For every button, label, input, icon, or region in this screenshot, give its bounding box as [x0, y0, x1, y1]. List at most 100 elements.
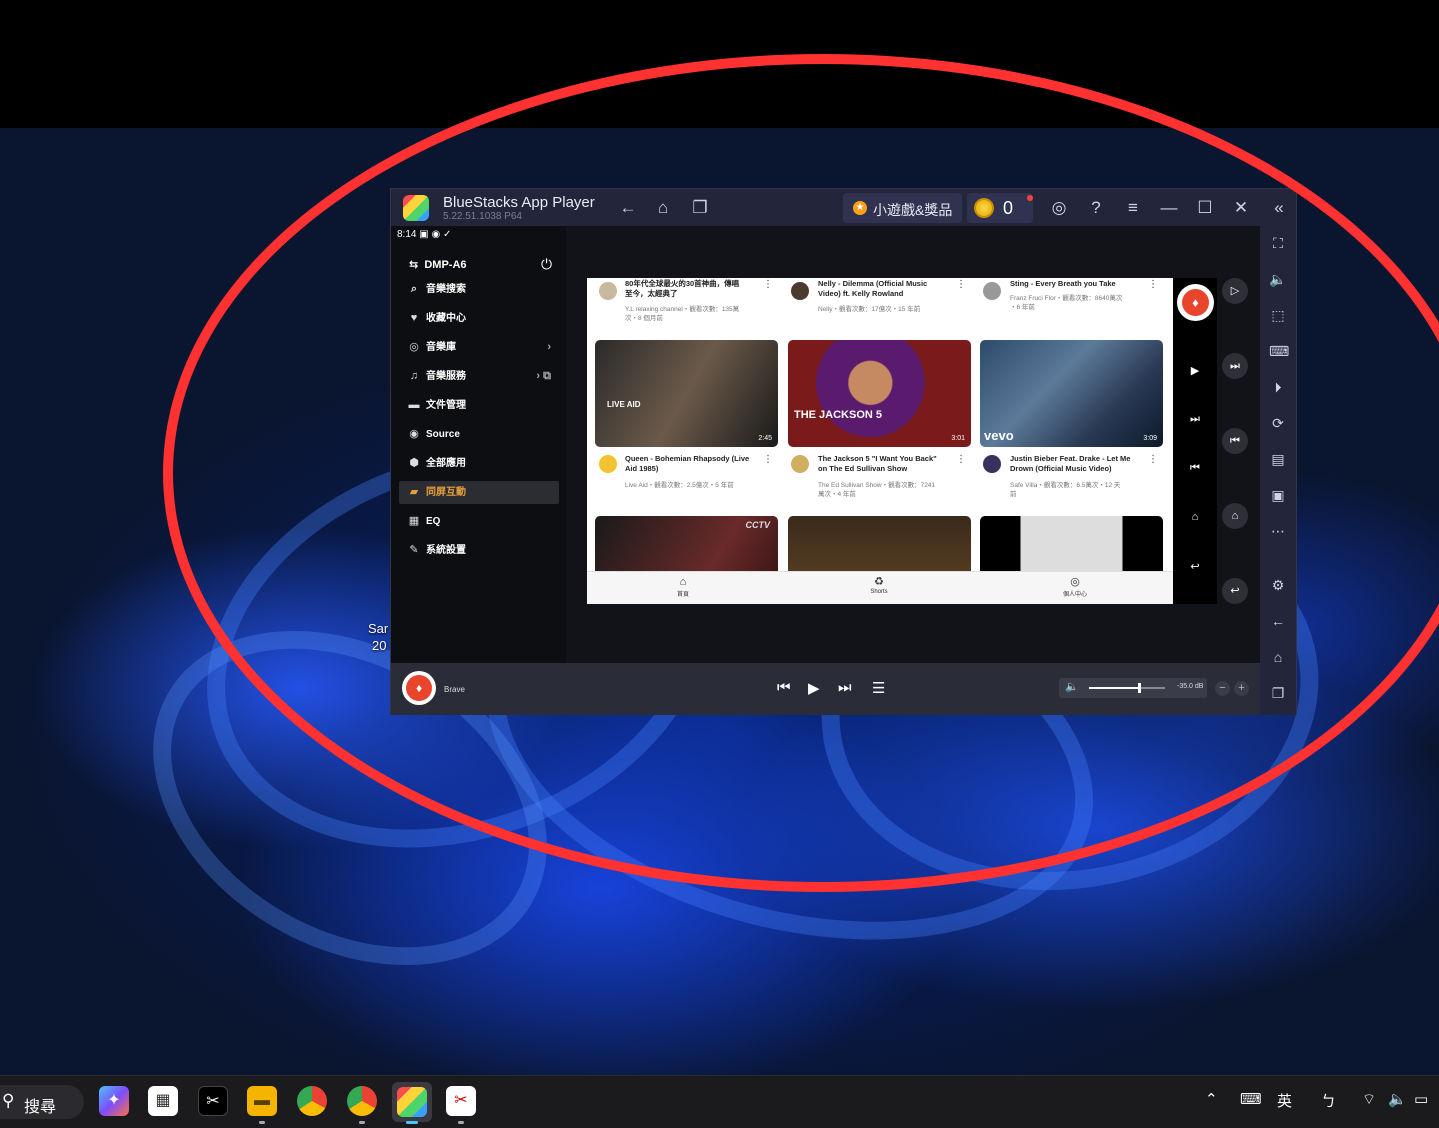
- sidebar-item-file-manager[interactable]: ▬ 文件管理: [399, 394, 559, 417]
- account-icon[interactable]: ◎: [1048, 197, 1070, 219]
- chrome-icon[interactable]: [297, 1086, 327, 1116]
- macro-icon[interactable]: ⏵: [1269, 379, 1287, 396]
- recent-apps-icon[interactable]: ❐: [1269, 685, 1287, 702]
- sidebar-item-source[interactable]: ◉ Source: [399, 423, 559, 446]
- sidebar-item-music-search[interactable]: ⌕ 音樂搜索: [399, 278, 559, 301]
- video-title[interactable]: 80年代全球最火的30首神曲，傳唱 至今，太經典了: [625, 279, 739, 299]
- video-title[interactable]: The Jackson 5 "I Want You Back" on The Ed…: [818, 454, 937, 474]
- more-options-icon[interactable]: ⋮: [1148, 454, 1158, 465]
- multi-instance-icon[interactable]: ▤: [1269, 451, 1287, 468]
- store-icon[interactable]: ▦: [148, 1086, 178, 1116]
- coins-button[interactable]: 0: [967, 193, 1033, 223]
- more-options-icon[interactable]: ⋮: [763, 454, 773, 465]
- power-icon[interactable]: ⏻: [541, 256, 552, 273]
- keyboard-controls-icon[interactable]: ⌨: [1269, 343, 1289, 360]
- volume-icon[interactable]: 🔈: [1269, 271, 1287, 288]
- play-circle-button[interactable]: ▷: [1222, 278, 1248, 304]
- mirrored-youtube-screen[interactable]: 80年代全球最火的30首神曲，傳唱 至今，太經典了 Y.L relaxing ch…: [587, 278, 1173, 604]
- video-title[interactable]: Queen - Bohemian Rhapsody (Live Aid 1985): [625, 454, 749, 474]
- apk-install-icon[interactable]: ▣: [1269, 487, 1287, 504]
- video-title[interactable]: Justin Bieber Feat. Drake - Let Me Drown …: [1010, 454, 1130, 474]
- more-options-icon[interactable]: ⋮: [956, 279, 966, 290]
- chrome-profile-icon[interactable]: [347, 1086, 377, 1116]
- device-selector[interactable]: ⇆ DMP-A6: [409, 258, 467, 271]
- more-options-icon[interactable]: ⋮: [1148, 279, 1158, 290]
- nav-home[interactable]: ⌂ 首頁: [653, 576, 713, 598]
- more-icon[interactable]: ⋯: [1269, 523, 1287, 540]
- battery-icon[interactable]: ▭: [1414, 1090, 1428, 1108]
- copilot-icon[interactable]: ✦: [99, 1086, 129, 1116]
- previous-track-button[interactable]: ⏮: [777, 679, 791, 696]
- channel-avatar[interactable]: [983, 282, 1001, 300]
- video-title[interactable]: Sting - Every Breath you Take: [1010, 279, 1116, 289]
- nav-shorts[interactable]: ♻ Shorts: [849, 576, 909, 595]
- channel-avatar[interactable]: [791, 455, 809, 473]
- bluestacks-taskbar-button[interactable]: [392, 1082, 432, 1122]
- back-circle-button[interactable]: ↩: [1222, 578, 1248, 604]
- channel-avatar[interactable]: [599, 282, 617, 300]
- play-button[interactable]: ▶: [808, 679, 820, 697]
- help-icon[interactable]: ?: [1085, 197, 1107, 219]
- sidebar-item-all-apps[interactable]: ⬢ 全部應用: [399, 452, 559, 475]
- previous-circle-button[interactable]: ⏮: [1222, 428, 1248, 454]
- thumbnail-overlay-text: LIVE AID: [607, 400, 641, 409]
- file-explorer-icon[interactable]: ▬: [247, 1086, 277, 1116]
- back-icon[interactable]: ←: [1269, 613, 1287, 629]
- wifi-icon[interactable]: ⌔: [1362, 1090, 1376, 1109]
- video-thumbnail[interactable]: THE JACKSON 5 3:01: [788, 340, 971, 447]
- video-thumbnail[interactable]: LIVE AID 2:45: [595, 340, 778, 447]
- speaker-icon[interactable]: 🔈: [1065, 680, 1079, 693]
- sidebar-item-library[interactable]: ◎ 音樂庫 ›: [399, 336, 559, 359]
- rotate-icon[interactable]: ⟳: [1269, 415, 1287, 432]
- capcut-icon[interactable]: ✂: [198, 1086, 228, 1116]
- video-title[interactable]: Nelly - Dilemma (Official Music Video) ft…: [818, 279, 927, 299]
- video-duration: 3:09: [1143, 435, 1157, 442]
- show-hidden-icons-chevron[interactable]: ⌃: [1205, 1090, 1218, 1108]
- playlist-icon[interactable]: ☰: [872, 679, 885, 697]
- home-icon[interactable]: ⌂: [1187, 511, 1203, 523]
- sidebar-item-eq[interactable]: ▦ EQ: [399, 510, 559, 533]
- volume-knob[interactable]: [1138, 683, 1141, 693]
- home-icon[interactable]: ⌂: [1269, 649, 1287, 665]
- cursor-icon[interactable]: ⬚: [1269, 307, 1287, 324]
- channel-avatar[interactable]: [983, 455, 1001, 473]
- ime-zhuyin-icon[interactable]: ㄅ: [1321, 1090, 1336, 1111]
- channel-avatar[interactable]: [599, 455, 617, 473]
- settings-icon[interactable]: ⚙: [1269, 577, 1287, 594]
- close-icon[interactable]: ✕: [1230, 197, 1252, 219]
- maximize-icon[interactable]: ☐: [1194, 197, 1216, 219]
- sidebar-item-screen-cast[interactable]: ▰ 同屏互動: [399, 481, 559, 504]
- back-icon[interactable]: ←: [617, 197, 639, 219]
- desktop-icon-label[interactable]: Sar 20: [368, 620, 388, 654]
- speaker-icon[interactable]: 🔈: [1388, 1090, 1407, 1108]
- next-track-button[interactable]: ⏭: [838, 679, 852, 696]
- sidebar-item-favorites[interactable]: ♥ 收藏中心: [399, 307, 559, 330]
- touch-keyboard-icon[interactable]: ⌨: [1240, 1090, 1262, 1108]
- video-thumbnail[interactable]: vevo 3:09: [980, 340, 1163, 447]
- more-options-icon[interactable]: ⋮: [763, 279, 773, 290]
- home-circle-button[interactable]: ⌂: [1222, 503, 1248, 529]
- collapse-sidebar-icon[interactable]: «: [1268, 197, 1290, 219]
- ime-mode[interactable]: 英: [1277, 1090, 1292, 1111]
- volume-down-button[interactable]: −: [1215, 681, 1230, 696]
- sidebar-item-music-services[interactable]: ♫ 音樂服務 › ⧉: [399, 365, 559, 388]
- play-icon[interactable]: ▶: [1187, 364, 1203, 377]
- channel-avatar[interactable]: [791, 282, 809, 300]
- next-icon[interactable]: ⏭: [1187, 413, 1203, 426]
- volume-up-button[interactable]: +: [1234, 681, 1249, 696]
- home-icon[interactable]: ⌂: [652, 197, 674, 219]
- more-options-icon[interactable]: ⋮: [956, 454, 966, 465]
- recent-apps-icon[interactable]: ❐: [689, 197, 711, 219]
- promo-button[interactable]: ★ 小遊戲&獎品: [843, 193, 962, 223]
- minimize-icon[interactable]: —: [1158, 197, 1180, 219]
- next-circle-button[interactable]: ⏭: [1222, 353, 1248, 379]
- menu-icon[interactable]: ≡: [1122, 197, 1144, 219]
- back-icon[interactable]: ↩: [1187, 560, 1203, 573]
- search-box[interactable]: ⚲ 搜尋: [0, 1085, 84, 1119]
- sidebar-item-settings[interactable]: ✎ 系統設置: [399, 539, 559, 562]
- previous-icon[interactable]: ⏮: [1187, 462, 1203, 475]
- title-bar[interactable]: BlueStacks App Player 5.22.51.1038 P64 ←…: [391, 189, 1296, 226]
- snipping-tool-icon[interactable]: ✂: [446, 1086, 476, 1116]
- fullscreen-icon[interactable]: ⛶: [1269, 235, 1287, 252]
- nav-profile[interactable]: ◎ 個人中心: [1045, 576, 1105, 598]
